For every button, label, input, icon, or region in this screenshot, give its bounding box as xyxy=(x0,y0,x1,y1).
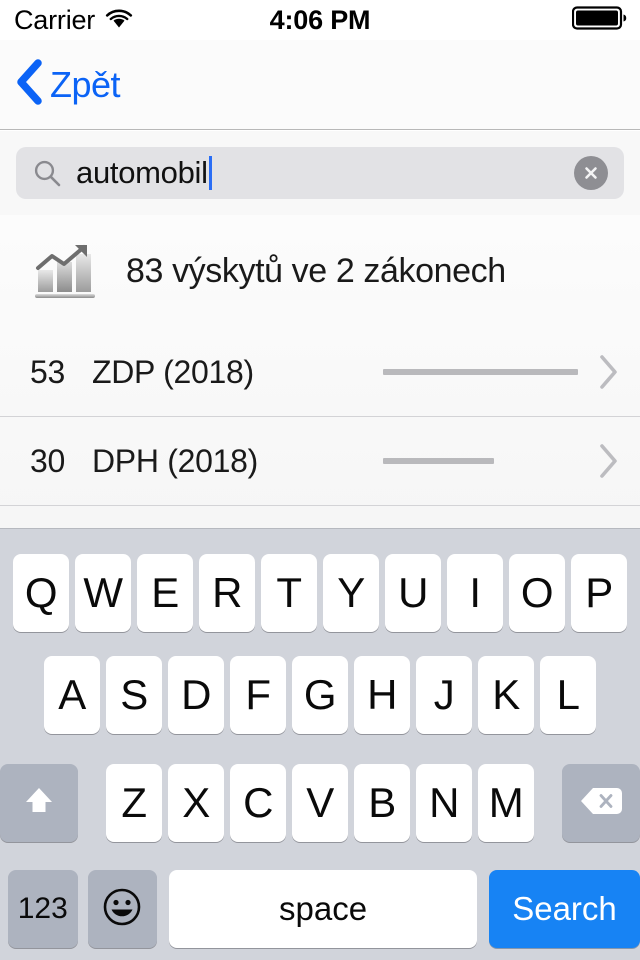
key-y[interactable]: Y xyxy=(323,554,379,632)
space-key[interactable]: space xyxy=(169,870,477,948)
law-bar-fill xyxy=(383,458,495,464)
on-screen-keyboard: QWERTYUIOP ASDFGHJKL ZXCVBNM 123 space S… xyxy=(0,528,640,960)
battery-full-icon xyxy=(571,5,628,36)
key-l[interactable]: L xyxy=(540,656,596,734)
key-j[interactable]: J xyxy=(416,656,472,734)
keyboard-row-2: ASDFGHJKL xyxy=(0,641,640,749)
key-h[interactable]: H xyxy=(354,656,410,734)
key-m[interactable]: M xyxy=(478,764,534,842)
numbers-key-label: 123 xyxy=(17,892,68,925)
status-bar: Carrier 4:06 PM xyxy=(0,0,640,40)
chevron-left-icon xyxy=(14,58,44,111)
back-button-label: Zpět xyxy=(50,63,121,105)
clear-circle-icon[interactable] xyxy=(574,156,608,190)
shift-up-arrow-icon xyxy=(19,781,59,826)
smiley-face-icon xyxy=(99,884,145,935)
search-input[interactable]: automobil xyxy=(16,147,624,199)
law-occurrence-count: 30 xyxy=(30,442,65,479)
key-c[interactable]: C xyxy=(230,764,286,842)
table-row[interactable]: 53 ZDP (2018) xyxy=(0,328,640,417)
key-a[interactable]: A xyxy=(44,656,100,734)
backspace-delete-icon xyxy=(579,784,623,823)
key-o[interactable]: O xyxy=(509,554,565,632)
search-icon xyxy=(32,158,62,188)
space-key-label: space xyxy=(279,890,368,927)
shift-key[interactable] xyxy=(0,764,78,842)
key-b[interactable]: B xyxy=(354,764,410,842)
key-u[interactable]: U xyxy=(385,554,441,632)
keyboard-row-4: 123 space Search xyxy=(0,857,640,960)
key-g[interactable]: G xyxy=(292,656,348,734)
search-key[interactable]: Search xyxy=(489,870,640,948)
table-row[interactable]: 30 DPH (2018) xyxy=(0,417,640,506)
key-t[interactable]: T xyxy=(261,554,317,632)
key-k[interactable]: K xyxy=(478,656,534,734)
backspace-key[interactable] xyxy=(562,764,640,842)
navigation-bar: Zpět xyxy=(0,40,640,130)
key-e[interactable]: E xyxy=(137,554,193,632)
results-list: 83 výskytů ve 2 zákonech 53 ZDP (2018) 3… xyxy=(0,215,640,528)
search-input-value: automobil xyxy=(76,155,212,191)
key-q[interactable]: Q xyxy=(13,554,69,632)
key-v[interactable]: V xyxy=(292,764,348,842)
keyboard-row-1: QWERTYUIOP xyxy=(0,529,640,641)
text-cursor xyxy=(208,156,212,190)
chevron-right-icon xyxy=(598,443,620,479)
key-r[interactable]: R xyxy=(199,554,255,632)
key-s[interactable]: S xyxy=(106,656,162,734)
results-summary-row: 83 výskytů ve 2 zákonech xyxy=(0,215,640,328)
key-d[interactable]: D xyxy=(168,656,224,734)
numbers-key[interactable]: 123 xyxy=(8,870,78,948)
law-name-label: ZDP (2018) xyxy=(92,353,254,390)
search-bar-container: automobil xyxy=(0,131,640,215)
key-w[interactable]: W xyxy=(75,554,131,632)
law-bar-track xyxy=(383,369,578,375)
back-button[interactable]: Zpět xyxy=(14,58,121,111)
law-occurrence-count: 53 xyxy=(30,353,65,390)
key-z[interactable]: Z xyxy=(106,764,162,842)
law-bar-track xyxy=(383,458,578,464)
bar-chart-trending-up-icon xyxy=(34,244,100,300)
law-bar-fill xyxy=(383,369,578,375)
search-text-value: automobil xyxy=(76,155,208,190)
table-row-partial[interactable] xyxy=(0,506,640,528)
chevron-right-icon xyxy=(598,354,620,390)
key-n[interactable]: N xyxy=(416,764,472,842)
app-screen: Carrier 4:06 PM Zpět automobil 83 výskyt… xyxy=(0,0,640,960)
key-i[interactable]: I xyxy=(447,554,503,632)
law-name-label: DPH (2018) xyxy=(92,442,258,479)
status-bar-right xyxy=(571,5,628,36)
status-bar-time: 4:06 PM xyxy=(269,4,371,35)
key-x[interactable]: X xyxy=(168,764,224,842)
emoji-key[interactable] xyxy=(87,870,158,948)
results-summary-text: 83 výskytů ve 2 zákonech xyxy=(126,252,506,290)
keyboard-row-3: ZXCVBNM xyxy=(0,749,640,857)
key-p[interactable]: P xyxy=(571,554,627,632)
search-key-label: Search xyxy=(512,890,617,927)
key-f[interactable]: F xyxy=(230,656,286,734)
